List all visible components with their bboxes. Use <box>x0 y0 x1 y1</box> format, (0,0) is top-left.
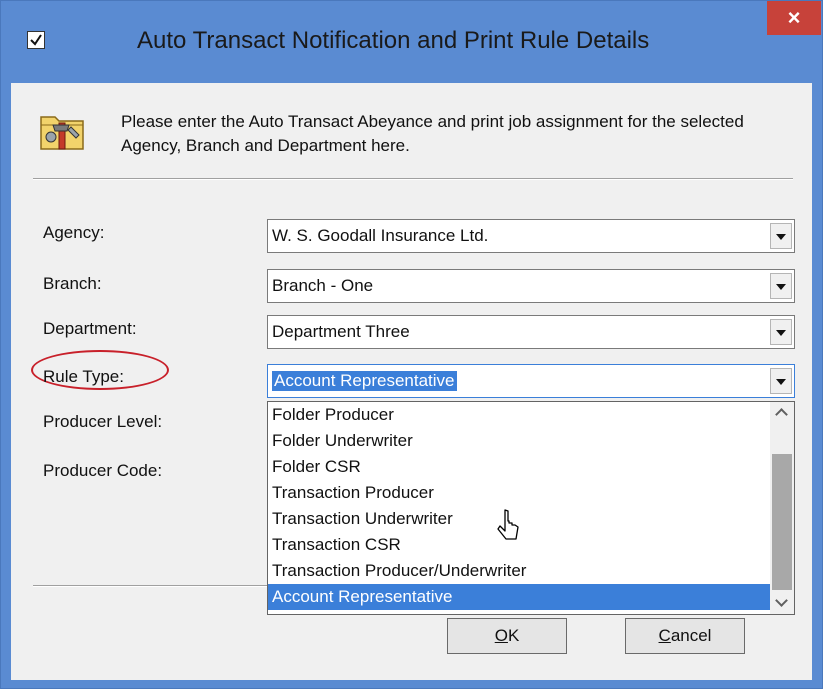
branch-combo[interactable]: Branch - One <box>267 269 795 303</box>
list-item[interactable]: Folder CSR <box>268 454 771 480</box>
list-item[interactable]: Transaction Producer/Underwriter <box>268 558 771 584</box>
cancel-button[interactable]: Cancel <box>625 618 745 654</box>
branch-label: Branch: <box>43 274 102 293</box>
department-dropdown-arrow-icon[interactable] <box>770 319 792 345</box>
agency-dropdown-arrow-icon[interactable] <box>770 223 792 249</box>
header-separator <box>33 178 793 180</box>
list-item-selected[interactable]: Account Representative <box>268 584 771 610</box>
list-item[interactable]: Folder Producer <box>268 402 771 428</box>
mouse-pointer-icon <box>497 509 519 540</box>
dropdown-scrollbar[interactable] <box>770 402 794 614</box>
producer-level-label: Producer Level: <box>43 412 163 431</box>
department-combo[interactable]: Department Three <box>267 315 795 349</box>
rule-type-combo[interactable]: Account Representative <box>267 364 795 398</box>
branch-dropdown-arrow-icon[interactable] <box>770 273 792 299</box>
ok-label-rest: K <box>507 626 520 645</box>
title-bar[interactable]: Auto Transact Notification and Print Rul… <box>1 1 822 83</box>
ok-mnemonic: O <box>494 626 508 645</box>
ok-button[interactable]: OK <box>447 618 567 654</box>
rule-type-label: Rule Type: <box>43 367 124 386</box>
producer-code-label: Producer Code: <box>43 461 163 480</box>
close-button[interactable]: × <box>767 1 821 35</box>
scroll-thumb[interactable] <box>772 454 792 590</box>
dialog-window: Auto Transact Notification and Print Rul… <box>0 0 823 689</box>
cancel-mnemonic: C <box>658 626 671 645</box>
rule-type-dropdown-arrow-icon[interactable] <box>770 368 792 394</box>
scroll-down-icon[interactable] <box>770 592 794 614</box>
agency-combo[interactable]: W. S. Goodall Insurance Ltd. <box>267 219 795 253</box>
folder-tools-icon <box>40 116 84 150</box>
agency-label: Agency: <box>43 223 105 242</box>
rule-type-dropdown-list[interactable]: Folder Producer Folder Underwriter Folde… <box>267 401 795 615</box>
list-item[interactable]: Folder Underwriter <box>268 428 771 454</box>
window-title: Auto Transact Notification and Print Rul… <box>137 27 650 54</box>
list-item[interactable]: Transaction Producer <box>268 480 771 506</box>
cancel-label-rest: ancel <box>670 626 712 645</box>
branch-value: Branch - One <box>272 276 374 295</box>
checkbox-app-icon <box>27 31 45 49</box>
scroll-up-icon[interactable] <box>770 402 794 424</box>
department-value: Department Three <box>272 322 410 341</box>
dialog-body: Please enter the Auto Transact Abeyance … <box>11 83 812 680</box>
agency-value: W. S. Goodall Insurance Ltd. <box>272 226 489 245</box>
department-label: Department: <box>43 319 137 338</box>
rule-type-value: Account Representative <box>272 371 457 391</box>
instruction-text: Please enter the Auto Transact Abeyance … <box>121 112 744 155</box>
